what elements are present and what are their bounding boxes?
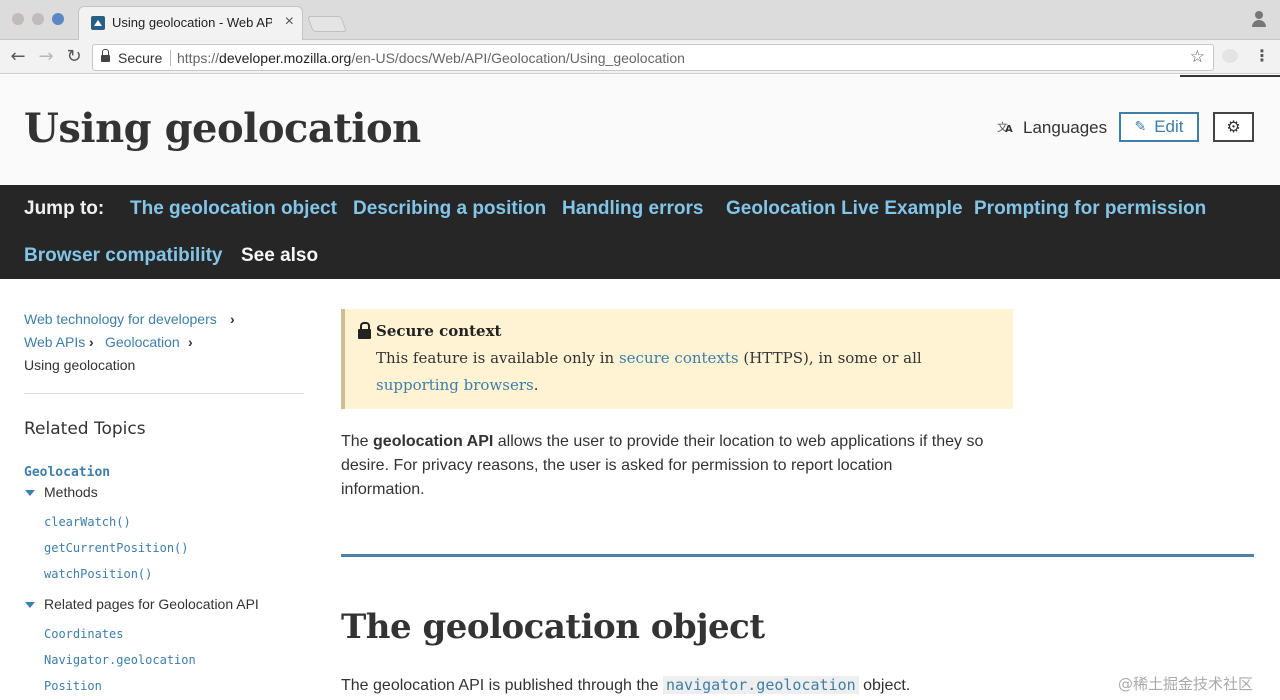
breadcrumb-separator: › (89, 334, 94, 350)
tab-title: Using geolocation - Web APIs (112, 15, 272, 30)
lock-icon (101, 49, 110, 63)
jump-to-bar: Jump to: The geolocation object Describi… (0, 185, 1280, 279)
sidebar-divider (24, 393, 304, 394)
expand-triangle-icon[interactable] (25, 490, 35, 496)
sidebar-method-watchposition[interactable]: watchPosition() (44, 567, 152, 581)
lock-icon (358, 322, 371, 341)
edit-button[interactable]: ✎ Edit (1119, 112, 1199, 142)
section-text: The geolocation API is published through… (341, 677, 663, 694)
intro-line-2: desire. For privacy reasons, the user is… (341, 457, 893, 474)
jump-link-browser-compatibility[interactable]: Browser compatibility (24, 245, 223, 267)
reload-icon[interactable]: ↻ (62, 45, 86, 69)
sidebar-method-getcurrentposition[interactable]: getCurrentPosition() (44, 541, 189, 555)
expand-triangle-icon[interactable] (25, 602, 35, 608)
notice-text: This feature is available only in (376, 349, 619, 367)
secure-contexts-link[interactable]: secure contexts (619, 349, 739, 367)
section-text: object. (858, 677, 911, 694)
url-host: developer.mozilla.org (219, 50, 352, 66)
supporting-browsers-link[interactable]: supporting browsers (376, 376, 534, 394)
browser-menu-icon[interactable]: ⋮ (1254, 46, 1270, 66)
breadcrumb-current: Using geolocation (24, 357, 136, 373)
section-paragraph: The geolocation API is published through… (341, 673, 910, 698)
language-icon (997, 119, 1015, 136)
jump-link-see-also[interactable]: See also (241, 245, 318, 267)
address-bar[interactable]: Secure https://developer.mozilla.org/en-… (92, 44, 1214, 71)
window-minimize-button[interactable] (32, 13, 44, 25)
browser-titlebar: Using geolocation - Web APIs × (0, 0, 1280, 40)
sidebar-geolocation-link[interactable]: Geolocation (24, 465, 110, 480)
languages-label: Languages (1023, 118, 1108, 137)
browser-toolbar: ← → ↻ Secure https://developer.mozilla.o… (0, 40, 1280, 74)
jump-link-describing-position[interactable]: Describing a position (353, 198, 546, 220)
back-arrow-icon[interactable]: ← (6, 45, 30, 69)
page-header: Using geolocation Languages ✎ Edit ⚙ (0, 75, 1280, 185)
jump-link-geolocation-object[interactable]: The geolocation object (130, 198, 337, 220)
tab-close-icon[interactable]: × (285, 13, 294, 31)
edit-label: Edit (1154, 117, 1184, 136)
jump-link-live-example[interactable]: Geolocation Live Example (726, 198, 963, 220)
window-close-button[interactable] (12, 13, 24, 25)
new-tab-button[interactable] (307, 16, 347, 32)
watermark-text: @稀土掘金技术社区 (1118, 675, 1254, 693)
bookmark-star-icon[interactable]: ☆ (1190, 47, 1205, 67)
address-separator (170, 50, 171, 66)
pencil-icon: ✎ (1134, 119, 1147, 135)
mdn-favicon-icon (91, 16, 105, 30)
breadcrumb-web-apis[interactable]: Web APIs (24, 334, 85, 350)
url-text[interactable]: https://developer.mozilla.org/en-US/docs… (177, 50, 685, 66)
breadcrumb-separator: › (188, 334, 193, 350)
page-load-progress-line (1180, 75, 1280, 77)
browser-tab[interactable]: Using geolocation - Web APIs × (78, 6, 303, 40)
page-title: Using geolocation (24, 105, 421, 152)
navigator-geolocation-code-link[interactable]: navigator.geolocation (663, 676, 859, 694)
jump-to-label: Jump to: (24, 198, 105, 219)
forward-arrow-icon[interactable]: → (34, 45, 58, 69)
intro-line-3: information. (341, 481, 425, 498)
breadcrumb-geolocation[interactable]: Geolocation (105, 334, 180, 350)
url-path: /en-US/docs/Web/API/Geolocation/Using_ge… (351, 50, 685, 66)
intro-bold-term: geolocation API (373, 433, 494, 450)
related-topics-title: Related Topics (24, 419, 146, 439)
profile-icon[interactable] (1252, 11, 1266, 27)
jump-link-handling-errors[interactable]: Handling errors (562, 198, 703, 220)
breadcrumb-separator: › (230, 311, 235, 327)
sidebar-link-navigator-geolocation[interactable]: Navigator.geolocation (44, 653, 196, 667)
url-scheme: https:// (177, 50, 220, 66)
sidebar-related-pages-heading[interactable]: Related pages for Geolocation API (44, 596, 259, 612)
notice-line-2: supporting browsers. (376, 376, 539, 394)
extension-icon[interactable] (1222, 49, 1238, 63)
jump-link-prompting-permission[interactable]: Prompting for permission (974, 198, 1206, 220)
languages-button[interactable]: Languages (997, 117, 1107, 139)
notice-title: Secure context (376, 322, 502, 340)
section-heading: The geolocation object (341, 607, 765, 647)
secure-label: Secure (118, 50, 163, 66)
settings-gear-button[interactable]: ⚙ (1213, 112, 1254, 142)
notice-line-1: This feature is available only in secure… (376, 349, 922, 367)
notice-text: (HTTPS), in some or all (738, 349, 922, 367)
window-maximize-button[interactable] (52, 13, 64, 25)
section-divider (341, 554, 1254, 557)
sidebar-methods-heading[interactable]: Methods (44, 484, 98, 500)
intro-text: The (341, 433, 374, 450)
sidebar-method-clearwatch[interactable]: clearWatch() (44, 515, 131, 529)
intro-line-1: The geolocation API allows the user to p… (341, 430, 983, 454)
secure-context-notice: Secure context This feature is available… (341, 309, 1013, 409)
notice-text: . (533, 376, 539, 394)
sidebar-link-position[interactable]: Position (44, 679, 102, 693)
breadcrumb-web-technology[interactable]: Web technology for developers (24, 311, 217, 327)
intro-text: allows the user to provide their locatio… (493, 433, 984, 450)
sidebar-link-coordinates[interactable]: Coordinates (44, 627, 123, 641)
